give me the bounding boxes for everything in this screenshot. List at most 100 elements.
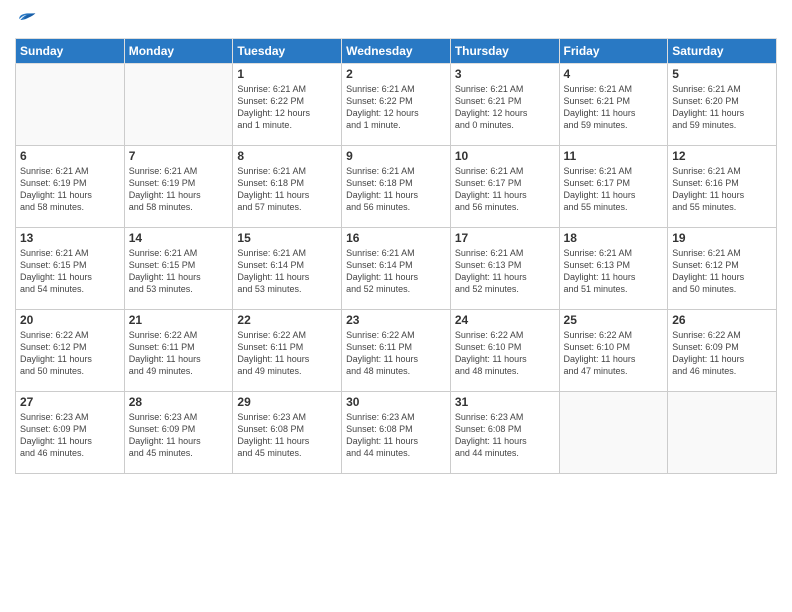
calendar-cell: 24 Sunrise: 6:22 AM Sunset: 6:10 PM Dayli… xyxy=(450,310,559,392)
calendar-cell: 29 Sunrise: 6:23 AM Sunset: 6:08 PM Dayli… xyxy=(233,392,342,474)
calendar-cell: 10 Sunrise: 6:21 AM Sunset: 6:17 PM Dayli… xyxy=(450,146,559,228)
calendar-cell: 8 Sunrise: 6:21 AM Sunset: 6:18 PM Daylig… xyxy=(233,146,342,228)
day-number: 12 xyxy=(672,149,772,163)
day-info: Sunrise: 6:21 AM Sunset: 6:15 PM Dayligh… xyxy=(20,247,120,296)
day-number: 9 xyxy=(346,149,446,163)
weekday-header-tuesday: Tuesday xyxy=(233,39,342,64)
day-number: 1 xyxy=(237,67,337,81)
calendar-cell xyxy=(124,64,233,146)
calendar-cell: 7 Sunrise: 6:21 AM Sunset: 6:19 PM Daylig… xyxy=(124,146,233,228)
day-number: 8 xyxy=(237,149,337,163)
calendar-cell: 22 Sunrise: 6:22 AM Sunset: 6:11 PM Dayli… xyxy=(233,310,342,392)
calendar-cell xyxy=(16,64,125,146)
day-info: Sunrise: 6:22 AM Sunset: 6:11 PM Dayligh… xyxy=(346,329,446,378)
logo-bird-icon xyxy=(17,10,37,30)
day-info: Sunrise: 6:22 AM Sunset: 6:10 PM Dayligh… xyxy=(564,329,664,378)
day-info: Sunrise: 6:21 AM Sunset: 6:14 PM Dayligh… xyxy=(237,247,337,296)
calendar-cell xyxy=(559,392,668,474)
day-number: 23 xyxy=(346,313,446,327)
day-number: 15 xyxy=(237,231,337,245)
day-number: 31 xyxy=(455,395,555,409)
calendar-cell: 19Sunrise: 6:21 AM Sunset: 6:12 PM Dayli… xyxy=(668,228,777,310)
day-info: Sunrise: 6:21 AM Sunset: 6:19 PM Dayligh… xyxy=(129,165,229,214)
weekday-header-friday: Friday xyxy=(559,39,668,64)
day-info: Sunrise: 6:22 AM Sunset: 6:10 PM Dayligh… xyxy=(455,329,555,378)
calendar-cell: 30 Sunrise: 6:23 AM Sunset: 6:08 PM Dayli… xyxy=(342,392,451,474)
day-info: Sunrise: 6:21 AM Sunset: 6:14 PM Dayligh… xyxy=(346,247,446,296)
calendar-cell: 21 Sunrise: 6:22 AM Sunset: 6:11 PM Dayli… xyxy=(124,310,233,392)
weekday-header-sunday: Sunday xyxy=(16,39,125,64)
day-info: Sunrise: 6:21 AM Sunset: 6:22 PM Dayligh… xyxy=(346,83,446,132)
day-number: 22 xyxy=(237,313,337,327)
calendar-cell xyxy=(668,392,777,474)
page: SundayMondayTuesdayWednesdayThursdayFrid… xyxy=(0,0,792,612)
day-info: Sunrise: 6:21 AM Sunset: 6:21 PM Dayligh… xyxy=(455,83,555,132)
day-info: Sunrise: 6:23 AM Sunset: 6:08 PM Dayligh… xyxy=(455,411,555,460)
weekday-header-wednesday: Wednesday xyxy=(342,39,451,64)
day-info: Sunrise: 6:23 AM Sunset: 6:08 PM Dayligh… xyxy=(237,411,337,460)
calendar-week-row: 20Sunrise: 6:22 AM Sunset: 6:12 PM Dayli… xyxy=(16,310,777,392)
day-number: 24 xyxy=(455,313,555,327)
calendar-table: SundayMondayTuesdayWednesdayThursdayFrid… xyxy=(15,38,777,474)
day-info: Sunrise: 6:22 AM Sunset: 6:11 PM Dayligh… xyxy=(237,329,337,378)
calendar-week-row: 1 Sunrise: 6:21 AM Sunset: 6:22 PM Daylig… xyxy=(16,64,777,146)
calendar-week-row: 27 Sunrise: 6:23 AM Sunset: 6:09 PM Dayli… xyxy=(16,392,777,474)
weekday-header-monday: Monday xyxy=(124,39,233,64)
calendar-cell: 1 Sunrise: 6:21 AM Sunset: 6:22 PM Daylig… xyxy=(233,64,342,146)
day-info: Sunrise: 6:21 AM Sunset: 6:18 PM Dayligh… xyxy=(237,165,337,214)
calendar-cell: 9 Sunrise: 6:21 AM Sunset: 6:18 PM Daylig… xyxy=(342,146,451,228)
calendar-cell: 23 Sunrise: 6:22 AM Sunset: 6:11 PM Dayli… xyxy=(342,310,451,392)
day-number: 26 xyxy=(672,313,772,327)
day-info: Sunrise: 6:22 AM Sunset: 6:11 PM Dayligh… xyxy=(129,329,229,378)
calendar-cell: 18 Sunrise: 6:21 AM Sunset: 6:13 PM Dayli… xyxy=(559,228,668,310)
day-number: 27 xyxy=(20,395,120,409)
day-number: 4 xyxy=(564,67,664,81)
day-number: 10 xyxy=(455,149,555,163)
calendar-cell: 25 Sunrise: 6:22 AM Sunset: 6:10 PM Dayli… xyxy=(559,310,668,392)
calendar-cell: 14 Sunrise: 6:21 AM Sunset: 6:15 PM Dayli… xyxy=(124,228,233,310)
day-info: Sunrise: 6:21 AM Sunset: 6:19 PM Dayligh… xyxy=(20,165,120,214)
day-info: Sunrise: 6:21 AM Sunset: 6:22 PM Dayligh… xyxy=(237,83,337,132)
day-info: Sunrise: 6:23 AM Sunset: 6:08 PM Dayligh… xyxy=(346,411,446,460)
day-number: 6 xyxy=(20,149,120,163)
day-info: Sunrise: 6:21 AM Sunset: 6:21 PM Dayligh… xyxy=(564,83,664,132)
day-info: Sunrise: 6:23 AM Sunset: 6:09 PM Dayligh… xyxy=(20,411,120,460)
calendar-cell: 4 Sunrise: 6:21 AM Sunset: 6:21 PM Daylig… xyxy=(559,64,668,146)
day-number: 30 xyxy=(346,395,446,409)
day-number: 5 xyxy=(672,67,772,81)
calendar-cell: 2 Sunrise: 6:21 AM Sunset: 6:22 PM Daylig… xyxy=(342,64,451,146)
calendar-cell: 26Sunrise: 6:22 AM Sunset: 6:09 PM Dayli… xyxy=(668,310,777,392)
day-number: 3 xyxy=(455,67,555,81)
day-number: 28 xyxy=(129,395,229,409)
day-number: 2 xyxy=(346,67,446,81)
day-number: 16 xyxy=(346,231,446,245)
calendar-cell: 28Sunrise: 6:23 AM Sunset: 6:09 PM Dayli… xyxy=(124,392,233,474)
day-info: Sunrise: 6:21 AM Sunset: 6:17 PM Dayligh… xyxy=(564,165,664,214)
weekday-header-thursday: Thursday xyxy=(450,39,559,64)
day-number: 18 xyxy=(564,231,664,245)
day-number: 21 xyxy=(129,313,229,327)
day-info: Sunrise: 6:21 AM Sunset: 6:17 PM Dayligh… xyxy=(455,165,555,214)
day-info: Sunrise: 6:21 AM Sunset: 6:13 PM Dayligh… xyxy=(564,247,664,296)
day-info: Sunrise: 6:21 AM Sunset: 6:15 PM Dayligh… xyxy=(129,247,229,296)
day-info: Sunrise: 6:21 AM Sunset: 6:18 PM Dayligh… xyxy=(346,165,446,214)
calendar-cell: 11 Sunrise: 6:21 AM Sunset: 6:17 PM Dayli… xyxy=(559,146,668,228)
calendar-cell: 12 Sunrise: 6:21 AM Sunset: 6:16 PM Dayli… xyxy=(668,146,777,228)
day-number: 14 xyxy=(129,231,229,245)
day-number: 29 xyxy=(237,395,337,409)
day-info: Sunrise: 6:21 AM Sunset: 6:16 PM Dayligh… xyxy=(672,165,772,214)
day-number: 25 xyxy=(564,313,664,327)
calendar-cell: 20Sunrise: 6:22 AM Sunset: 6:12 PM Dayli… xyxy=(16,310,125,392)
calendar-week-row: 6 Sunrise: 6:21 AM Sunset: 6:19 PM Daylig… xyxy=(16,146,777,228)
day-info: Sunrise: 6:21 AM Sunset: 6:13 PM Dayligh… xyxy=(455,247,555,296)
day-number: 17 xyxy=(455,231,555,245)
calendar-cell: 15 Sunrise: 6:21 AM Sunset: 6:14 PM Dayli… xyxy=(233,228,342,310)
calendar-cell: 16 Sunrise: 6:21 AM Sunset: 6:14 PM Dayli… xyxy=(342,228,451,310)
header xyxy=(15,10,777,30)
calendar-week-row: 13Sunrise: 6:21 AM Sunset: 6:15 PM Dayli… xyxy=(16,228,777,310)
calendar-cell: 17 Sunrise: 6:21 AM Sunset: 6:13 PM Dayli… xyxy=(450,228,559,310)
day-number: 11 xyxy=(564,149,664,163)
day-number: 7 xyxy=(129,149,229,163)
weekday-header-saturday: Saturday xyxy=(668,39,777,64)
logo-area xyxy=(15,10,37,30)
